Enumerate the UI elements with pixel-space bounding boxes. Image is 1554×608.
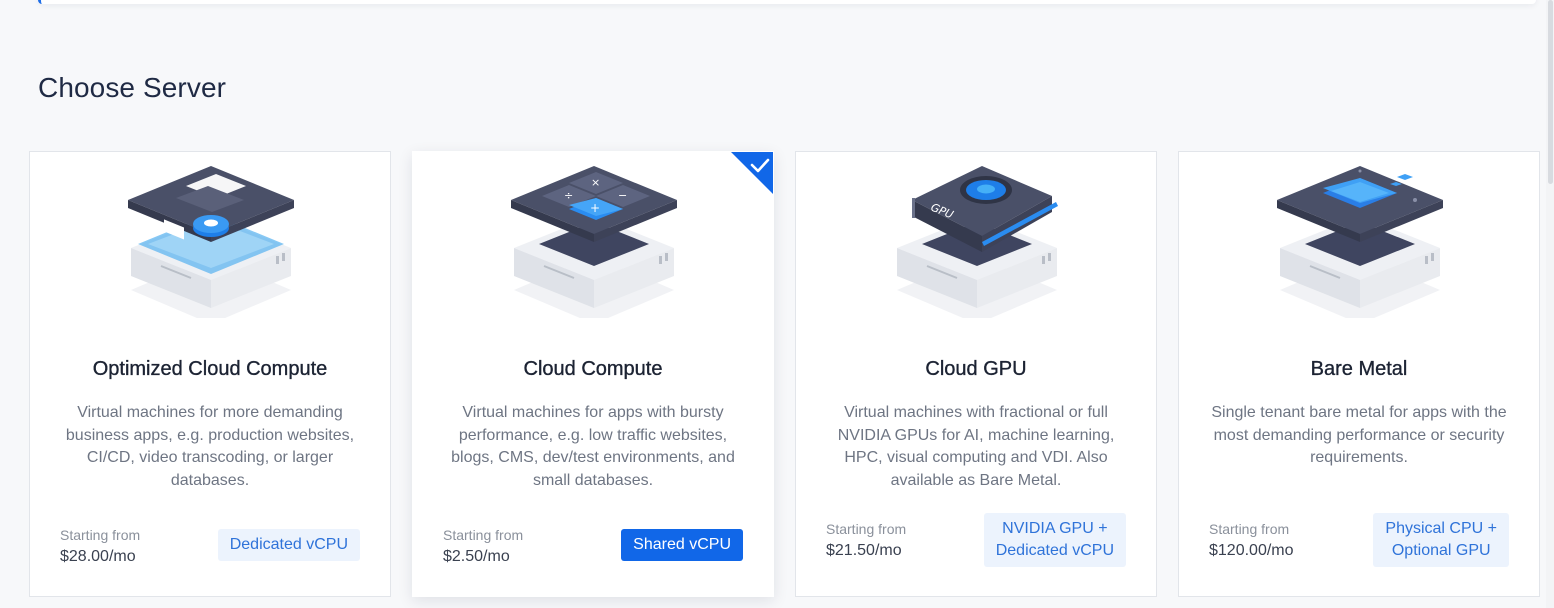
price-label: Starting from [60,527,141,543]
card-illustration: × ÷ − + [413,152,773,332]
server-card-optimized-cloud-compute[interactable]: Optimized Cloud Compute Virtual machines… [29,151,391,597]
badge-line-1: Shared vCPU [633,536,731,553]
scrollbar[interactable] [1546,0,1554,608]
badge-line-1: Dedicated vCPU [229,536,348,553]
price-label: Starting from [1209,521,1290,537]
gpu-server-icon: GPU [897,166,1058,318]
card-description: Virtual machines for apps with bursty pe… [451,404,735,489]
card-description: Virtual machines with fractional or full… [837,404,1115,489]
price-value: $120.00/mo [1209,542,1294,559]
bare-metal-server-icon [1277,166,1443,318]
card-description: Single tenant bare metal for apps with t… [1211,404,1507,466]
card-price: Starting from $28.00/mo [60,526,140,568]
badge-line-2: Dedicated vCPU [995,542,1114,559]
svg-text:÷: ÷ [564,189,573,202]
price-value: $21.50/mo [826,542,902,559]
page: Choose Server Optimized Cloud Compute Vi… [0,0,1554,608]
svg-text:+: + [590,201,600,215]
badge-line-2: Optional GPU [1391,542,1491,559]
svg-text:×: × [591,176,600,189]
price-label: Starting from [826,521,907,537]
svg-text:−: − [618,189,627,202]
card-price: Starting from $120.00/mo [1209,520,1294,562]
top-panel [38,0,1536,4]
scrollbar-thumb[interactable] [1548,0,1553,184]
badge-line-1: Physical CPU + [1385,520,1497,537]
server-card-cloud-gpu[interactable]: GPU Cloud GPU Virtual machines with frac… [795,151,1157,597]
price-value: $2.50/mo [443,548,510,565]
cpu-type-badge: Physical CPU + Optional GPU [1373,513,1509,567]
server-card-cloud-compute[interactable]: × ÷ − + Cloud Compute Virtual machines f… [412,151,774,597]
price-value: $28.00/mo [60,548,136,565]
card-title: Optimized Cloud Compute [92,358,328,380]
card-illustration [1179,152,1539,332]
price-label: Starting from [443,527,524,543]
selected-check-icon [731,152,773,194]
optimized-server-icon [128,166,294,318]
card-illustration: GPU [796,152,1156,332]
card-price: Starting from $21.50/mo [826,520,906,562]
cpu-type-badge: Shared vCPU [621,529,743,561]
card-title: Cloud GPU [925,358,1027,380]
card-description: Virtual machines for more demanding busi… [65,404,355,489]
server-card-bare-metal[interactable]: Bare Metal Single tenant bare metal for … [1178,151,1540,597]
card-title: Cloud Compute [523,358,663,380]
card-price: Starting from $2.50/mo [443,526,523,568]
calculator-server-icon: × ÷ − + [511,166,677,318]
section-title: Choose Server [38,72,227,103]
card-illustration [30,152,390,332]
server-type-cards: Optimized Cloud Compute Virtual machines… [29,151,1541,608]
cpu-type-badge: Dedicated vCPU [217,529,360,561]
card-title: Bare Metal [1310,358,1408,380]
badge-line-1: NVIDIA GPU + [1002,520,1108,537]
cpu-type-badge: NVIDIA GPU + Dedicated vCPU [983,513,1126,567]
